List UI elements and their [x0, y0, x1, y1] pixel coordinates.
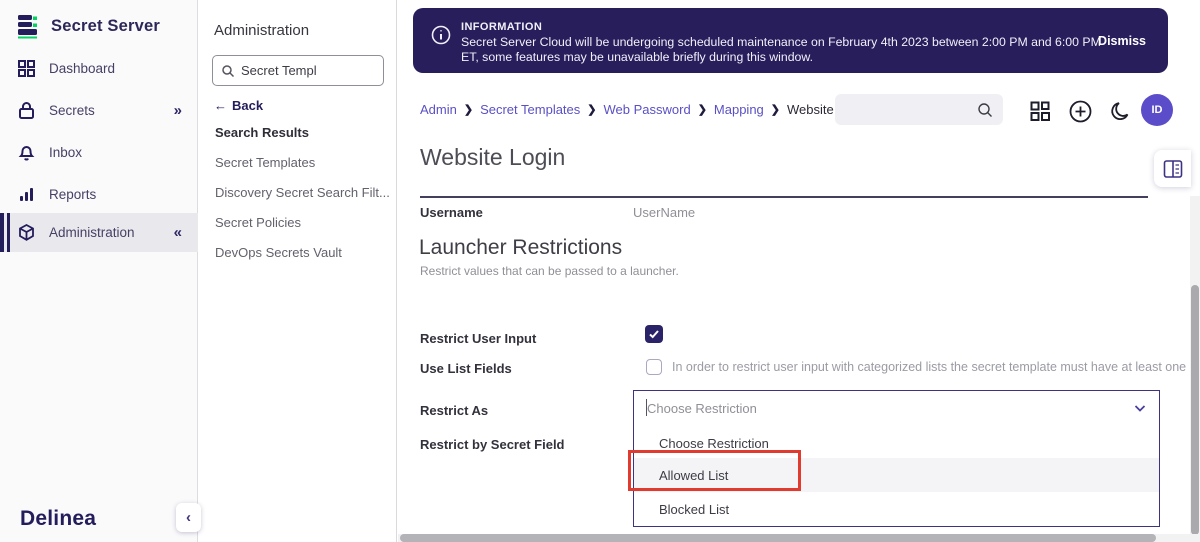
- dropdown-option-choose-restriction[interactable]: Choose Restriction: [634, 428, 1159, 458]
- delinea-brand-logo: Delinea: [20, 507, 96, 531]
- maintenance-banner: INFORMATION Secret Server Cloud will be …: [413, 8, 1168, 73]
- user-avatar[interactable]: ID: [1141, 94, 1173, 126]
- use-list-fields-help-text: In order to restrict user input with cat…: [672, 360, 1188, 374]
- search-results-heading: Search Results: [215, 125, 309, 140]
- moon-icon: [1110, 100, 1133, 123]
- breadcrumb-secret-templates[interactable]: Secret Templates: [480, 102, 580, 117]
- app-logo[interactable]: Secret Server: [14, 12, 160, 40]
- launcher-restrictions-subtitle: Restrict values that can be passed to a …: [420, 264, 679, 278]
- panel-item-devops-secrets-vault[interactable]: DevOps Secrets Vault: [215, 245, 342, 260]
- sidebar-item-label: Administration: [49, 225, 135, 240]
- plus-circle-icon: [1068, 99, 1093, 124]
- lock-icon: [17, 101, 36, 120]
- search-icon: [221, 64, 235, 78]
- panel-item-discovery-secret-search[interactable]: Discovery Secret Search Filt...: [215, 185, 390, 200]
- admin-search-box[interactable]: [212, 55, 384, 86]
- dashboard-grid-icon: [17, 59, 36, 78]
- restrict-user-input-label: Restrict User Input: [420, 331, 536, 346]
- panel-title: Administration: [214, 22, 309, 39]
- dropdown-option-blocked-list[interactable]: Blocked List: [634, 494, 1159, 524]
- sidebar-item-label: Dashboard: [49, 61, 115, 76]
- bar-chart-icon: [17, 185, 36, 204]
- sidebar-item-inbox[interactable]: Inbox: [0, 132, 198, 172]
- breadcrumb-mapping[interactable]: Mapping: [714, 102, 764, 117]
- breadcrumb-separator-icon: ❯: [587, 103, 596, 116]
- restrict-as-label: Restrict As: [420, 403, 488, 418]
- launcher-restrictions-heading: Launcher Restrictions: [419, 236, 622, 260]
- restrict-as-dropdown[interactable]: Choose Restriction Choose Restriction Al…: [633, 390, 1160, 527]
- administration-panel: Administration ← Back Search Results Sec…: [199, 0, 397, 542]
- restrict-by-secret-field-label: Restrict by Secret Field: [420, 437, 565, 452]
- app-title: Secret Server: [51, 17, 160, 36]
- global-search-input[interactable]: [845, 94, 975, 125]
- sidebar-item-dashboard[interactable]: Dashboard: [0, 48, 198, 88]
- username-field-value: UserName: [633, 205, 695, 220]
- side-panel-toggle-button[interactable]: [1154, 150, 1191, 187]
- dark-mode-toggle[interactable]: [1107, 97, 1135, 125]
- global-search-box[interactable]: [835, 94, 1003, 125]
- username-field-label: Username: [420, 205, 483, 220]
- primary-sidebar: Secret Server Dashboard Secrets »: [0, 0, 198, 542]
- package-icon: [17, 223, 36, 242]
- create-new-button[interactable]: [1066, 97, 1094, 125]
- vertical-scrollbar-thumb[interactable]: [1191, 285, 1199, 535]
- use-list-fields-checkbox[interactable]: [646, 359, 662, 375]
- sidebar-item-reports[interactable]: Reports: [0, 174, 198, 214]
- panel-item-secret-policies[interactable]: Secret Policies: [215, 215, 301, 230]
- breadcrumb-web-password[interactable]: Web Password: [604, 102, 691, 117]
- app-launcher-button[interactable]: [1026, 97, 1054, 125]
- restrict-user-input-checkbox[interactable]: [645, 325, 663, 343]
- back-arrow-icon: ←: [214, 98, 227, 113]
- use-list-fields-label: Use List Fields: [420, 361, 512, 376]
- expand-chevron-icon[interactable]: »: [174, 102, 182, 119]
- app-window: Secret Server Dashboard Secrets »: [0, 0, 1200, 542]
- main-content: INFORMATION Secret Server Cloud will be …: [398, 0, 1200, 542]
- dismiss-button[interactable]: Dismiss: [1098, 34, 1146, 48]
- sidebar-item-secrets[interactable]: Secrets »: [0, 90, 198, 130]
- sidebar-item-label: Reports: [49, 187, 96, 202]
- collapse-chevron-icon[interactable]: «: [174, 224, 182, 241]
- secret-server-logo-icon: [14, 12, 42, 40]
- banner-title: INFORMATION: [461, 21, 542, 33]
- horizontal-scrollbar-thumb[interactable]: [400, 534, 1156, 542]
- sidebar-item-administration[interactable]: Administration «: [0, 213, 198, 252]
- breadcrumb-admin[interactable]: Admin: [420, 102, 457, 117]
- chevron-down-icon[interactable]: [1133, 401, 1147, 415]
- panel-layout-icon: [1162, 158, 1184, 180]
- sidebar-item-label: Inbox: [49, 145, 82, 160]
- banner-message: Secret Server Cloud will be undergoing s…: [461, 35, 1109, 65]
- breadcrumb: Admin ❯ Secret Templates ❯ Web Password …: [420, 102, 869, 117]
- bell-icon: [17, 143, 36, 162]
- info-icon: [430, 24, 452, 46]
- admin-search-input[interactable]: [241, 63, 361, 78]
- section-divider: [420, 196, 1148, 198]
- back-label: Back: [232, 98, 263, 113]
- search-icon: [977, 102, 993, 118]
- dropdown-option-allowed-list[interactable]: Allowed List: [634, 458, 1159, 492]
- breadcrumb-separator-icon: ❯: [771, 103, 780, 116]
- dropdown-selected-value: Choose Restriction: [647, 401, 757, 416]
- page-title: Website Login: [420, 144, 565, 171]
- panel-item-secret-templates[interactable]: Secret Templates: [215, 155, 315, 170]
- breadcrumb-separator-icon: ❯: [464, 103, 473, 116]
- sidebar-item-label: Secrets: [49, 103, 95, 118]
- breadcrumb-separator-icon: ❯: [698, 103, 707, 116]
- app-grid-icon: [1029, 100, 1051, 122]
- back-link[interactable]: ← Back: [214, 98, 263, 113]
- checkmark-icon: [648, 328, 660, 340]
- sidebar-collapse-button[interactable]: ‹: [176, 503, 201, 532]
